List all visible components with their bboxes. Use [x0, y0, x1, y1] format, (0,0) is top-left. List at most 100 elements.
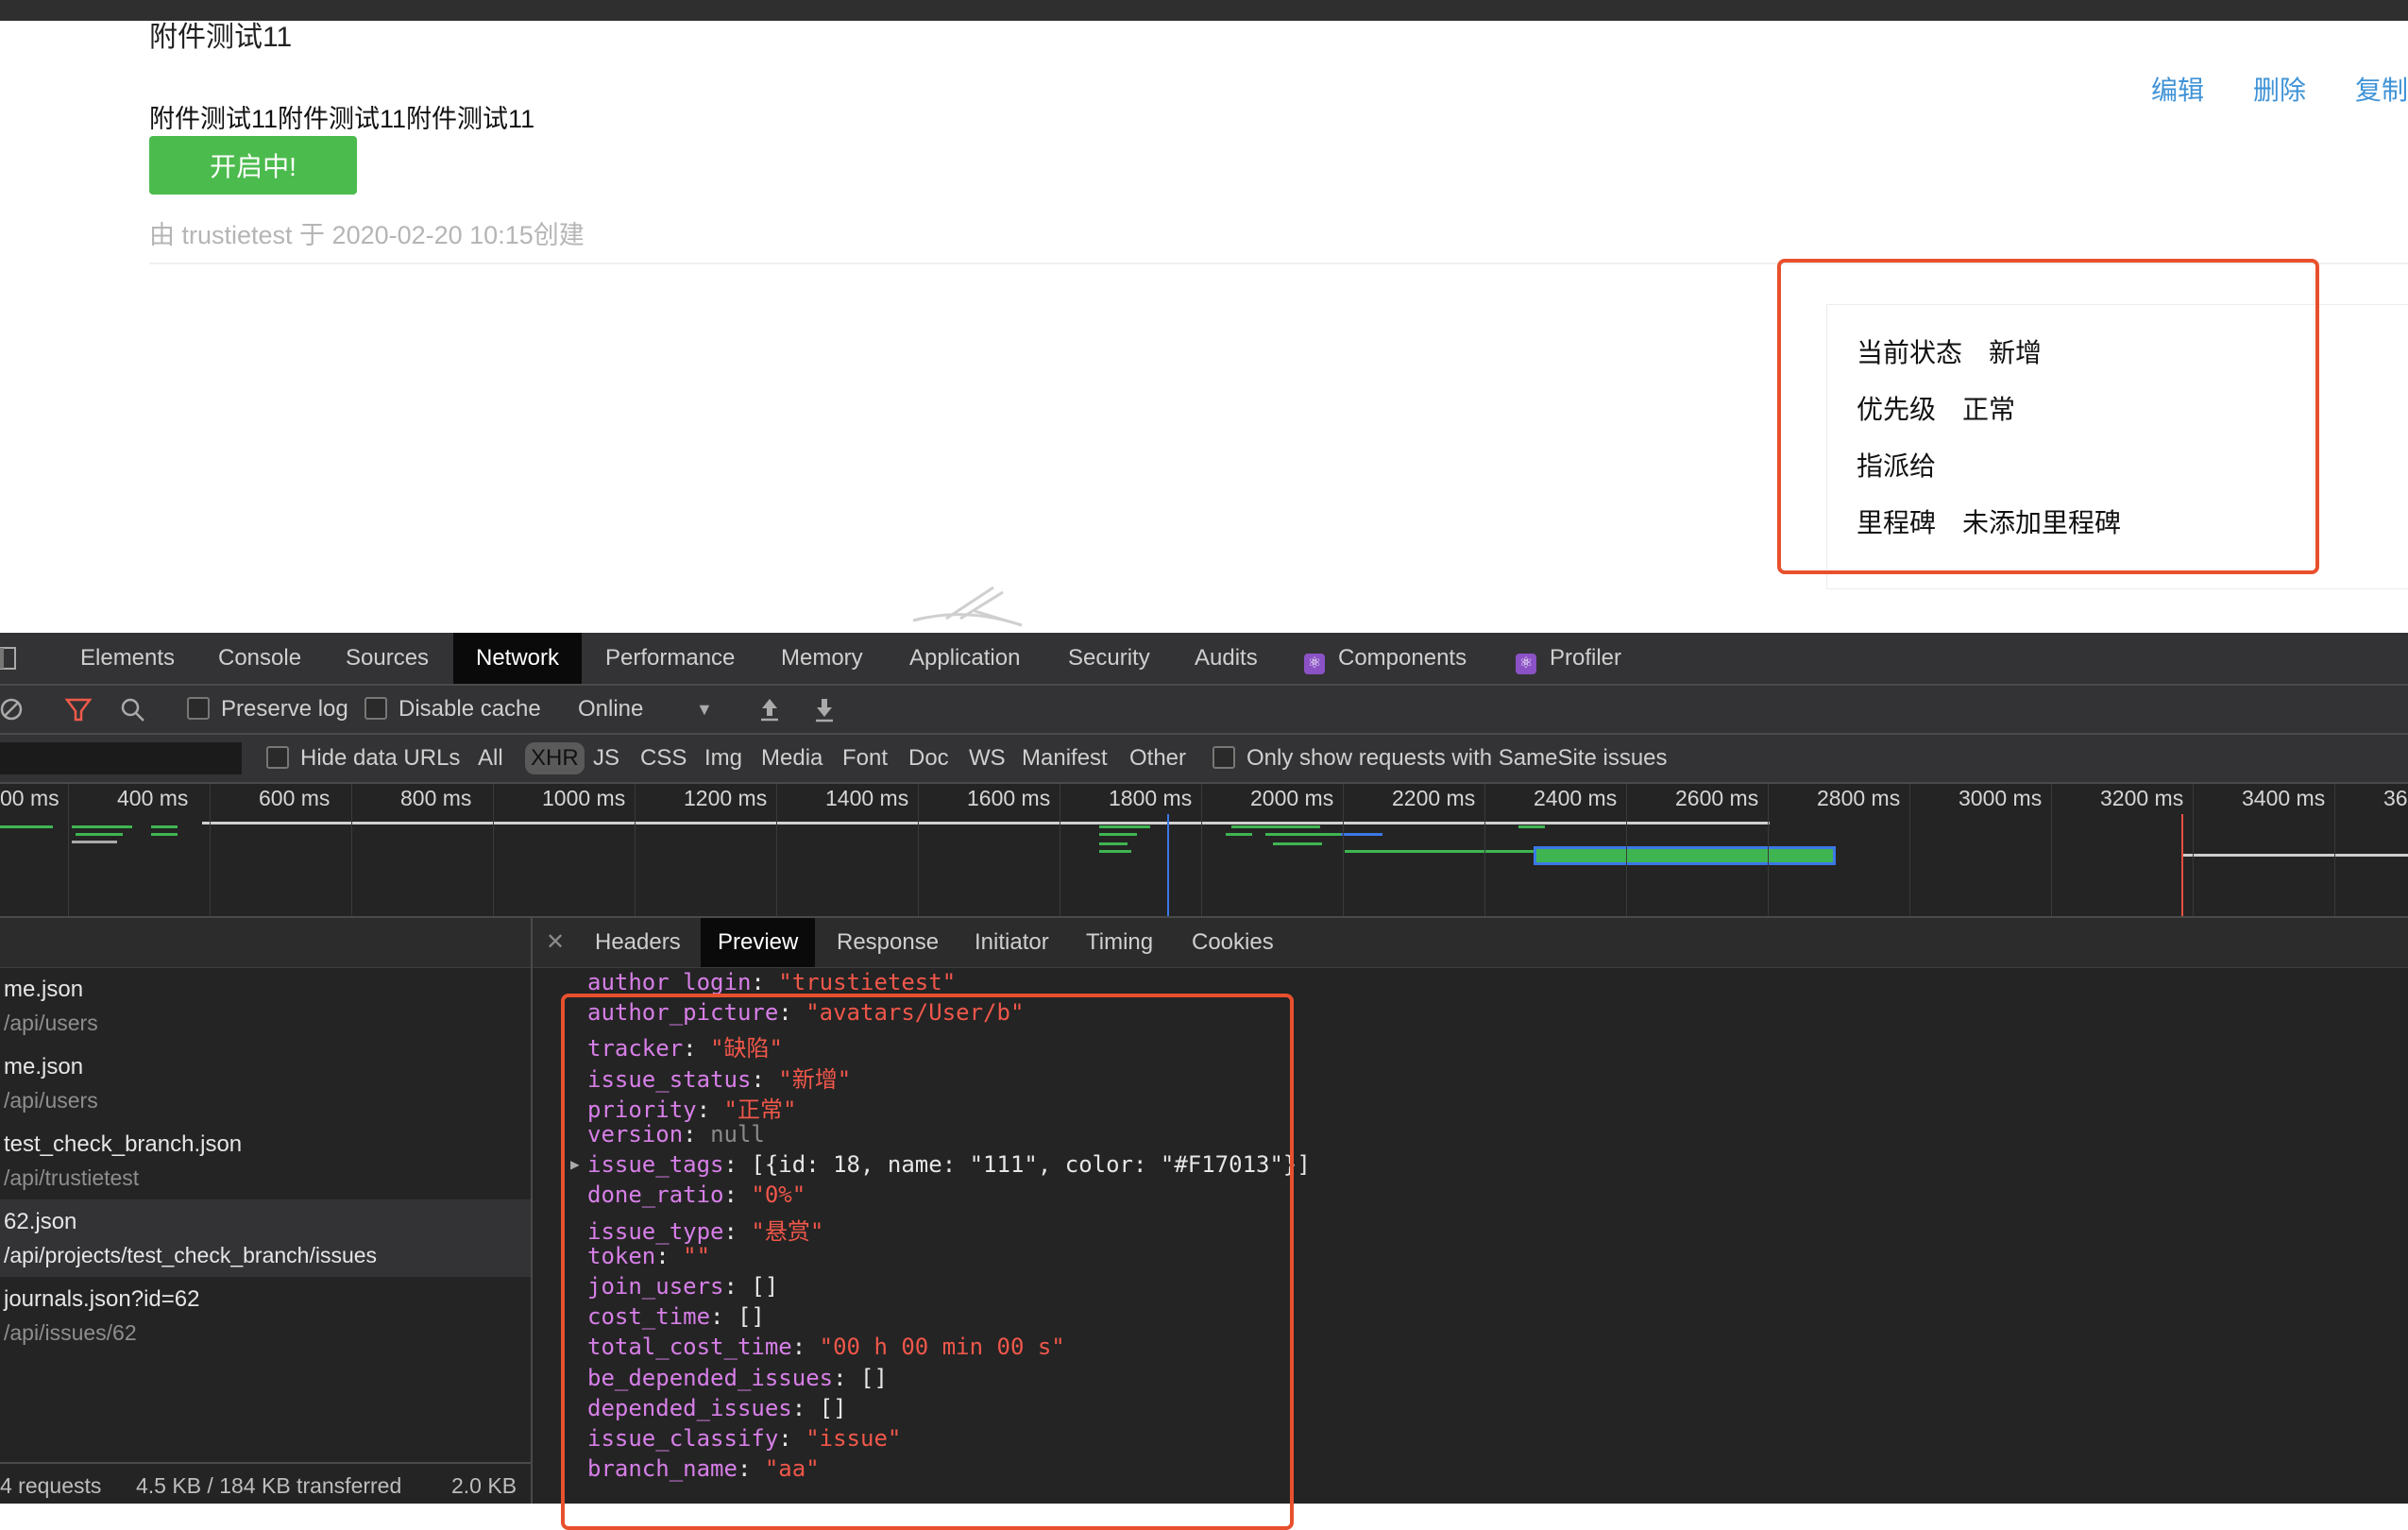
timeline-gridline	[1343, 784, 1344, 916]
tab-profiler[interactable]: ⚛ Profiler	[1493, 633, 1644, 684]
export-har-icon[interactable]	[810, 686, 839, 733]
network-status-bar: 4 requests 4.5 KB / 184 KB transferred 2…	[0, 1462, 531, 1504]
json-colon: :	[751, 969, 779, 995]
type-filter-all[interactable]: All	[472, 742, 509, 774]
tab-response[interactable]: Response	[820, 918, 956, 967]
throttling-select[interactable]: Online ▼	[578, 686, 720, 733]
timeline-tick-label: 2800 ms	[1817, 786, 1901, 810]
issue-status-button[interactable]: 开启中!	[149, 136, 357, 195]
load-marker	[2181, 814, 2183, 916]
timeline-tick-label: 1000 ms	[542, 786, 626, 810]
filter-input[interactable]	[0, 742, 242, 774]
clear-icon[interactable]	[0, 686, 25, 733]
edit-link[interactable]: 编辑	[2151, 76, 2204, 105]
type-filter-font[interactable]: Font	[837, 742, 893, 774]
preserve-log-checkbox[interactable]: Preserve log	[187, 686, 348, 733]
issue-title: 附件测试11	[149, 22, 293, 53]
disable-cache-checkbox[interactable]: Disable cache	[365, 686, 541, 733]
timeline-tick-label: 600 ms	[259, 786, 331, 810]
tab-components-label: Components	[1338, 645, 1467, 671]
timeline-tick-label: 3400 ms	[2242, 786, 2326, 810]
tab-components[interactable]: ⚛ Components	[1281, 633, 1489, 684]
tab-timing[interactable]: Timing	[1069, 918, 1170, 967]
tab-cookies[interactable]: Cookies	[1175, 918, 1291, 967]
devtools-tabbar: Elements Console Sources Network Perform…	[0, 633, 2408, 686]
tab-preview[interactable]: Preview	[701, 918, 816, 967]
info-highlight-box	[1777, 259, 2319, 574]
tab-network[interactable]: Network	[453, 633, 583, 684]
type-filter-js[interactable]: JS	[587, 742, 625, 774]
type-filter-other[interactable]: Other	[1124, 742, 1192, 774]
timeline-gridline	[776, 784, 777, 916]
tab-application[interactable]: Application	[887, 633, 1043, 684]
timeline-tick-label: 2400 ms	[1534, 786, 1618, 810]
type-filter-xhr[interactable]: XHR	[525, 742, 585, 774]
hide-data-urls-checkbox[interactable]: Hide data URLs	[266, 735, 460, 782]
request-path: /api/issues/62	[4, 1320, 137, 1345]
react-icon: ⚛	[1516, 654, 1536, 674]
json-key: author_login	[587, 969, 752, 995]
hide-data-urls-label: Hide data URLs	[300, 745, 461, 771]
issue-page: 附件测试11 附件测试11附件测试11附件测试11 开启中! 由 trustie…	[0, 21, 2408, 633]
timeline-gridline	[635, 784, 636, 916]
request-list-header	[0, 918, 531, 968]
request-list: me.json /api/users me.json /api/users te…	[0, 918, 533, 1504]
timeline-gridline	[1909, 784, 1910, 916]
timeline-gridline	[1201, 784, 1202, 916]
react-icon: ⚛	[1304, 654, 1325, 674]
search-icon[interactable]	[119, 686, 147, 733]
request-name: me.json	[4, 977, 84, 1002]
copy-link[interactable]: 复制	[2355, 76, 2408, 105]
request-row[interactable]: me.json /api/users	[0, 967, 531, 1045]
request-path: /api/trustietest	[4, 1165, 140, 1190]
waterfall-selected-bar[interactable]	[1534, 846, 1836, 865]
type-filter-css[interactable]: CSS	[635, 742, 692, 774]
tab-elements[interactable]: Elements	[58, 633, 197, 684]
waterfall-bar	[1099, 825, 1150, 828]
timeline-gridline	[493, 784, 494, 916]
type-filter-doc[interactable]: Doc	[903, 742, 955, 774]
type-filter-ws[interactable]: WS	[963, 742, 1011, 774]
timeline-tick-label: 1400 ms	[825, 786, 909, 810]
tab-headers[interactable]: Headers	[578, 918, 698, 967]
request-count: 4 requests	[0, 1473, 102, 1498]
tab-console[interactable]: Console	[195, 633, 324, 684]
waterfall-bar	[1226, 833, 1252, 836]
timeline-tick-label: 360	[2383, 786, 2408, 810]
tab-initiator[interactable]: Initiator	[958, 918, 1066, 967]
chevron-down-icon: ▼	[696, 700, 713, 719]
request-name: test_check_branch.json	[4, 1131, 243, 1157]
tab-memory[interactable]: Memory	[758, 633, 886, 684]
tab-performance[interactable]: Performance	[583, 633, 757, 684]
device-toggle-icon[interactable]	[0, 633, 19, 684]
import-har-icon[interactable]	[755, 686, 784, 733]
tab-sources[interactable]: Sources	[323, 633, 451, 684]
timeline-gridline	[2051, 784, 2052, 916]
waterfall-bar	[76, 833, 123, 836]
waterfall-bar	[1345, 850, 1534, 853]
delete-link[interactable]: 删除	[2253, 76, 2306, 105]
tab-audits[interactable]: Audits	[1172, 633, 1280, 684]
json-line: author_login: "trustietest"	[587, 969, 956, 995]
timeline-gridline	[210, 784, 211, 916]
timeline-gridline	[918, 784, 919, 916]
type-filter-manifest[interactable]: Manifest	[1016, 742, 1113, 774]
request-row-selected[interactable]: 62.json /api/projects/test_check_branch/…	[0, 1199, 531, 1277]
timeline-gridline	[2193, 784, 2194, 916]
request-row[interactable]: journals.json?id=62 /api/issues/62	[0, 1277, 531, 1354]
tab-security[interactable]: Security	[1045, 633, 1173, 684]
timeline-tick-label: 1600 ms	[967, 786, 1051, 810]
type-filter-media[interactable]: Media	[755, 742, 828, 774]
waterfall-bar	[151, 833, 178, 836]
request-row[interactable]: test_check_branch.json /api/trustietest	[0, 1122, 531, 1199]
request-row[interactable]: me.json /api/users	[0, 1045, 531, 1122]
issue-actions: 编辑 删除 复制	[2102, 70, 2408, 108]
request-name: 62.json	[4, 1209, 77, 1234]
disable-cache-label: Disable cache	[399, 696, 541, 722]
type-filter-img[interactable]: Img	[699, 742, 748, 774]
waterfall-bar	[1099, 850, 1131, 853]
waterfall-bar	[1231, 825, 1320, 828]
close-icon[interactable]: ✕	[546, 918, 565, 967]
samesite-checkbox[interactable]: Only show requests with SameSite issues	[1212, 735, 1668, 782]
filter-icon[interactable]	[64, 686, 93, 733]
